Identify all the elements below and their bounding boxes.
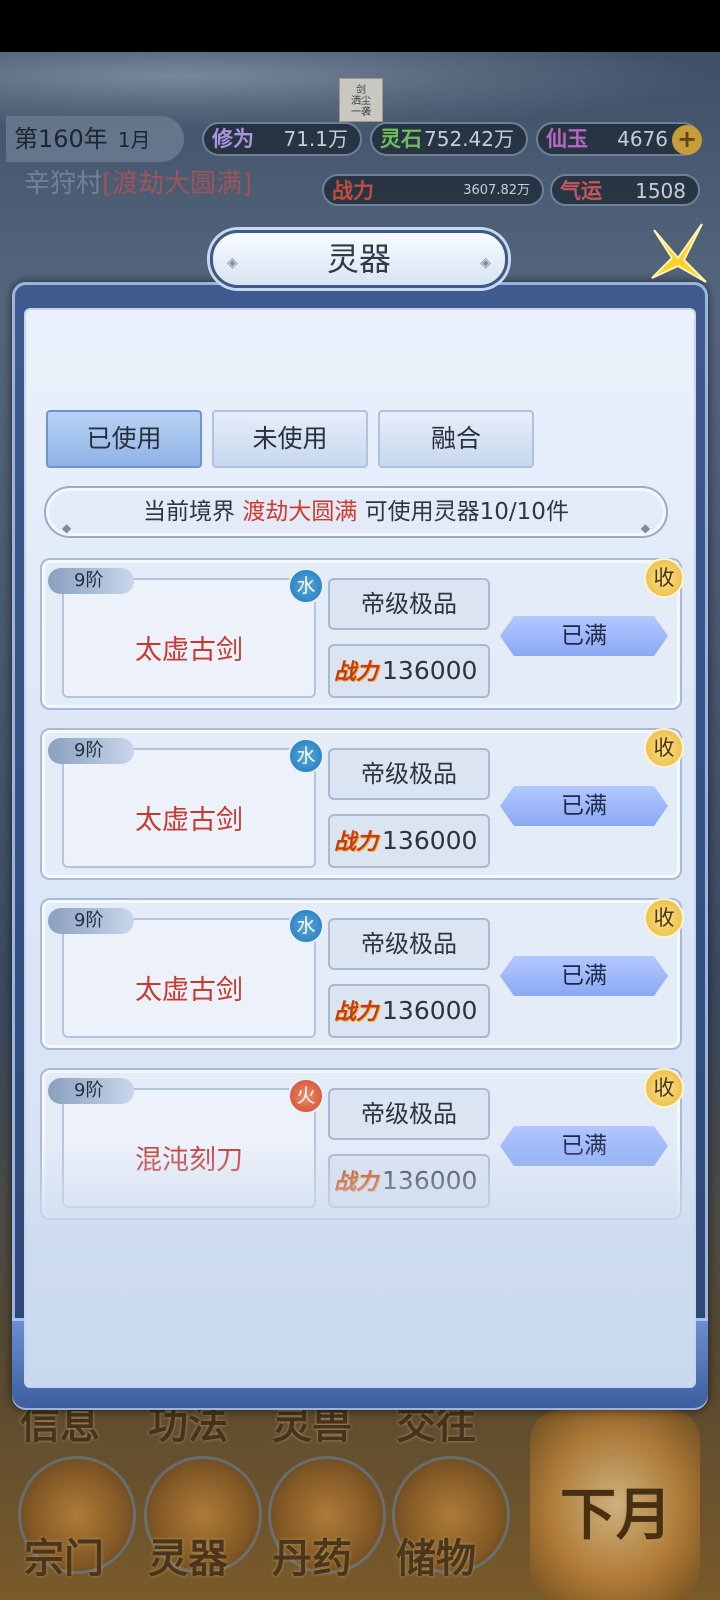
- next-month-label: 下月: [560, 1482, 672, 1548]
- element-icon: 水: [288, 738, 324, 774]
- realm-value: 渡劫大圆满: [242, 499, 358, 525]
- realm-suffix: 可使用灵器10/10件: [364, 499, 569, 525]
- quality-label: 帝级极品: [328, 748, 490, 800]
- cultivation-value: 71.1万: [283, 127, 348, 151]
- power-label: 战力: [334, 830, 379, 855]
- diamond-right-icon: ◆: [640, 521, 650, 535]
- sect-seal-icon[interactable]: 剑 洒尘 一袭: [339, 78, 383, 122]
- artifact-name-box[interactable]: 太虚古剑: [62, 578, 316, 698]
- power-display: 战力136000: [328, 984, 490, 1038]
- spirit-stone-value: 752.42万: [424, 127, 514, 151]
- artifact-name: 太虚古剑: [135, 805, 243, 836]
- tab-equipped[interactable]: 已使用: [46, 410, 202, 468]
- luck-label: 气运: [560, 179, 602, 203]
- list-fade: [26, 1140, 694, 1386]
- spirit-stone-counter: 灵石 752.42万: [370, 122, 528, 156]
- luck-value: 1508: [635, 179, 686, 203]
- realm-info-bar: ◆ 当前境界 渡劫大圆满 可使用灵器10/10件 ◆: [44, 486, 668, 538]
- jade-label: 仙玉: [546, 127, 588, 151]
- nav-storage[interactable]: 储物: [396, 1526, 476, 1584]
- add-jade-icon[interactable]: +: [672, 125, 702, 155]
- artifact-name: 太虚古剑: [135, 975, 243, 1006]
- quality-label: 帝级极品: [328, 1088, 490, 1140]
- quality-label: 帝级极品: [328, 578, 490, 630]
- power-value: 136000: [382, 826, 478, 855]
- luck-counter: 气运 1508: [550, 174, 700, 206]
- collect-button[interactable]: 收: [644, 558, 684, 598]
- realm-prefix: 当前境界: [143, 499, 236, 525]
- element-icon: 水: [288, 568, 324, 604]
- power-counter: 战力 3607.82万: [322, 174, 544, 206]
- dialog-title-plate: ◈ 灵器 ◈: [210, 230, 508, 288]
- collect-button[interactable]: 收: [644, 1068, 684, 1108]
- village-text: 辛狩村: [24, 169, 103, 199]
- dialog-body: 已使用 未使用 融合 ◆ 当前境界 渡劫大圆满 可使用灵器10/10件 ◆ 太虚…: [24, 308, 696, 1388]
- diamond-left-icon: ◆: [62, 521, 72, 535]
- village-name: 辛狩村[渡劫大圆满]: [24, 164, 252, 204]
- nav-pills[interactable]: 丹药: [272, 1526, 352, 1584]
- year-text: 第160年: [14, 125, 108, 153]
- spirit-stone-label: 灵石: [380, 127, 422, 151]
- title-ornament-right-icon: ◈: [480, 255, 491, 271]
- power-label: 战力: [334, 660, 379, 685]
- element-icon: 水: [288, 908, 324, 944]
- tab-fusion[interactable]: 融合: [378, 410, 534, 468]
- cultivation-label: 修为: [212, 127, 254, 151]
- artifact-card[interactable]: 太虚古剑 9阶 水 帝级极品 战力 136000 已满 收: [40, 728, 684, 880]
- seal-text: 剑 洒尘 一袭: [351, 85, 371, 118]
- date-display: 第160年 1月: [6, 116, 184, 162]
- nav-sect[interactable]: 宗门: [24, 1526, 104, 1584]
- status-full-button[interactable]: 已满: [500, 956, 668, 996]
- close-icon[interactable]: [644, 218, 714, 288]
- village-realm: [渡劫大圆满]: [102, 169, 253, 199]
- grade-badge: 9阶: [48, 1078, 134, 1104]
- status-full-button[interactable]: 已满: [500, 786, 668, 826]
- artifact-name: 太虚古剑: [135, 635, 243, 666]
- nav-artifact[interactable]: 灵器: [148, 1526, 228, 1584]
- artifact-card[interactable]: 太虚古剑 9阶 水 帝级极品 战力 136000 已满 收: [40, 558, 684, 710]
- game-screen: 剑 洒尘 一袭 第160年 1月 修为 71.1万 灵石 752.42万 仙玉 4…: [0, 0, 720, 1600]
- quality-label: 帝级极品: [328, 918, 490, 970]
- element-icon: 火: [288, 1078, 324, 1114]
- artifact-name-box[interactable]: 太虚古剑: [62, 748, 316, 868]
- power-value: 3607.82万: [463, 183, 530, 198]
- dialog-title: 灵器: [326, 240, 391, 278]
- jade-counter: 仙玉 4676 +: [536, 122, 702, 156]
- power-label: 战力: [332, 179, 374, 203]
- jade-value: 4676: [617, 127, 668, 151]
- collect-button[interactable]: 收: [644, 898, 684, 938]
- artifact-name-box[interactable]: 太虚古剑: [62, 918, 316, 1038]
- month-text: 1月: [117, 128, 151, 152]
- grade-badge: 9阶: [48, 908, 134, 934]
- power-value: 136000: [382, 996, 478, 1025]
- power-display: 战力136000: [328, 814, 490, 868]
- tab-unequipped[interactable]: 未使用: [212, 410, 368, 468]
- next-month-button[interactable]: 下月: [530, 1410, 700, 1600]
- grade-badge: 9阶: [48, 738, 134, 764]
- collect-button[interactable]: 收: [644, 728, 684, 768]
- artifact-card[interactable]: 太虚古剑 9阶 水 帝级极品 战力 136000 已满 收: [40, 898, 684, 1050]
- power-value: 136000: [382, 656, 478, 685]
- grade-badge: 9阶: [48, 568, 134, 594]
- power-display: 战力136000: [328, 644, 490, 698]
- power-label: 战力: [334, 1000, 379, 1025]
- status-full-button[interactable]: 已满: [500, 616, 668, 656]
- cultivation-counter: 修为 71.1万: [202, 122, 362, 156]
- artifact-dialog: 已使用 未使用 融合 ◆ 当前境界 渡劫大圆满 可使用灵器10/10件 ◆ 太虚…: [8, 223, 712, 1424]
